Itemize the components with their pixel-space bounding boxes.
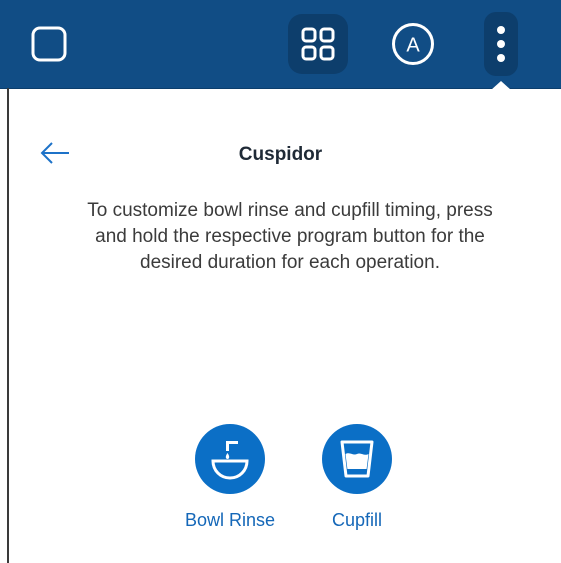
more-menu-button[interactable] [484, 12, 518, 76]
bowl-rinse-label: Bowl Rinse [184, 510, 276, 530]
bowl-rinse-icon [211, 441, 249, 480]
app-frame: A Cuspidor To customize bowl rinse and c… [0, 0, 561, 563]
cupfill-label: Cupfill [331, 510, 383, 530]
account-initial: A [406, 35, 420, 57]
cupfill-icon [340, 440, 374, 478]
more-vertical-icon [497, 26, 505, 62]
top-bar: A [0, 0, 561, 89]
bowl-rinse-circle [195, 424, 265, 494]
account-a-icon: A [392, 23, 434, 65]
arrow-left-icon [40, 142, 69, 164]
program-buttons: Bowl Rinse Cupfill [0, 424, 561, 534]
page-title: Cuspidor [238, 144, 323, 165]
account-button[interactable]: A [382, 14, 444, 74]
apps-grid-button[interactable] [288, 14, 348, 74]
cupfill-circle [322, 424, 392, 494]
page-header: Cuspidor [0, 130, 561, 180]
cupfill-button[interactable]: Cupfill [297, 424, 417, 531]
back-button[interactable] [36, 134, 74, 172]
rounded-square-icon [31, 26, 67, 62]
grid-icon [301, 27, 335, 61]
menu-pointer [491, 81, 511, 90]
bowl-rinse-button[interactable]: Bowl Rinse [170, 424, 290, 531]
instruction-text: To customize bowl rinse and cupfill timi… [87, 200, 493, 273]
home-button[interactable] [18, 14, 80, 74]
